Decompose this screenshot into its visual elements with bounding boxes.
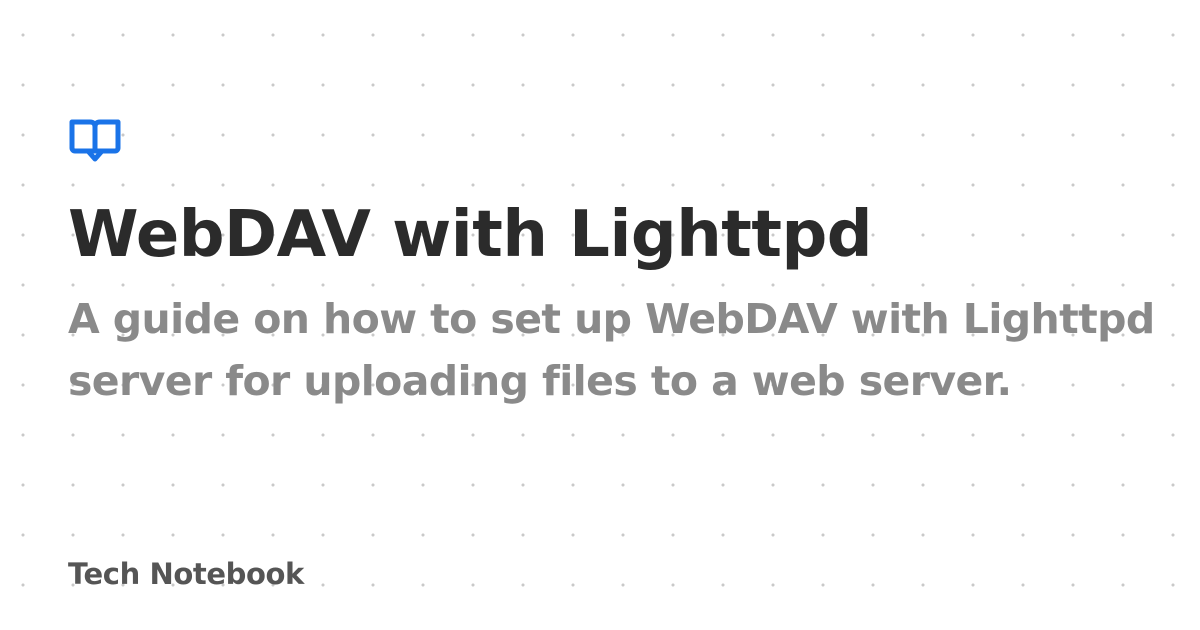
- share-card: WebDAV with Lighttpd A guide on how to s…: [68, 118, 1168, 412]
- site-name: Tech Notebook: [68, 557, 304, 591]
- article-title: WebDAV with Lighttpd: [68, 198, 873, 272]
- book-icon: [69, 119, 121, 162]
- article-subtitle: A guide on how to set up WebDAV with Lig…: [68, 295, 1155, 405]
